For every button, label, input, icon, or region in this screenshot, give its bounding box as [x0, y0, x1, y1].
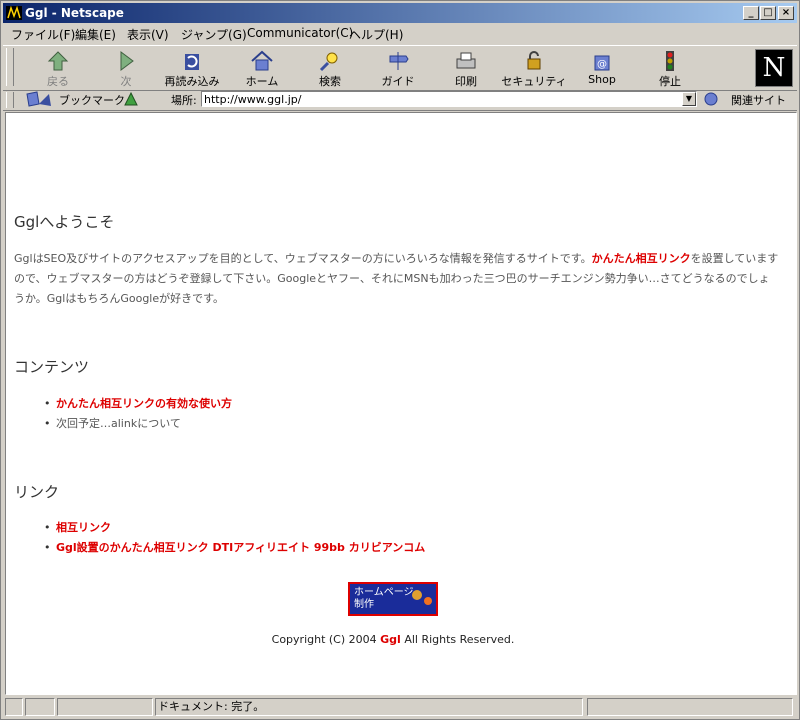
- offline-toggle-icon[interactable]: [5, 698, 23, 716]
- intro-paragraph: GglはSEO及びサイトのアクセスアップを目的として、ウェブマスターの方にいろい…: [14, 249, 780, 309]
- related-sites-label[interactable]: 関連サイト: [731, 92, 786, 108]
- search-label: 検索: [319, 75, 341, 88]
- netscape-app-icon: [6, 6, 22, 20]
- toolbar-grip[interactable]: [6, 48, 14, 86]
- forward-button[interactable]: 次: [93, 48, 159, 88]
- stop-button[interactable]: 停止: [637, 48, 703, 88]
- shop-bag-icon: @: [594, 55, 610, 71]
- guide-button[interactable]: ガイド: [365, 48, 431, 88]
- banner-mascot-icon: [412, 590, 432, 605]
- component-bar[interactable]: [587, 698, 793, 716]
- bookmarks-label[interactable]: ブックマーク: [59, 92, 125, 108]
- back-button[interactable]: 戻る: [25, 48, 91, 88]
- list-item: 相互リンク: [44, 518, 425, 538]
- menu-bar: ファイル(F) 編集(E) 表示(V) ジャンプ(G) Communicator…: [3, 23, 797, 43]
- home-button[interactable]: ホーム: [229, 48, 295, 88]
- related-sites-icon[interactable]: [703, 91, 721, 107]
- minimize-button[interactable]: _: [743, 6, 759, 20]
- menu-communicator[interactable]: Communicator(C): [247, 26, 353, 40]
- forward-arrow-icon: [120, 51, 134, 71]
- security-button[interactable]: セキュリティ: [501, 48, 567, 88]
- link-mutual[interactable]: 相互リンク: [56, 521, 111, 534]
- page-viewport[interactable]: Gglへようこそ GglはSEO及びサイトのアクセスアップを目的として、ウェブマ…: [5, 112, 797, 695]
- menu-go[interactable]: ジャンプ(G): [181, 26, 247, 43]
- home-icon: [251, 50, 273, 71]
- netscape-logo[interactable]: N: [755, 49, 793, 87]
- stop-traffic-light-icon: [666, 51, 674, 71]
- window-title: Ggl - Netscape: [25, 6, 124, 20]
- contents-heading: コンテンツ: [14, 358, 90, 376]
- progress-meter: [57, 698, 153, 716]
- home-label: ホーム: [245, 75, 279, 88]
- banner-text-line1: ホームページ: [354, 587, 414, 598]
- location-field[interactable]: ▼: [201, 91, 697, 107]
- list-item: 次回予定…alinkについて: [44, 414, 232, 434]
- print-icon: [456, 52, 476, 69]
- menu-edit[interactable]: 編集(E): [75, 26, 116, 43]
- status-bar: ドキュメント: 完了。: [3, 697, 797, 717]
- reload-label: 再読み込み: [164, 75, 220, 88]
- stop-label: 停止: [659, 75, 681, 88]
- list-item: Ggl設置のかんたん相互リンク DTIアフィリエイト 99bb カリビアンコム: [44, 538, 425, 558]
- navigation-toolbar: 戻る 次 再読み込み ホーム 検索 ガイド 印刷 セキュリティ @ Shop 停…: [3, 45, 797, 91]
- title-bar[interactable]: Ggl - Netscape _ □ ×: [3, 3, 797, 23]
- search-button[interactable]: 検索: [297, 48, 363, 88]
- back-arrow-icon: [47, 51, 69, 71]
- shop-button[interactable]: @ Shop: [569, 48, 635, 88]
- copyright-brand-link[interactable]: Ggl: [380, 633, 401, 646]
- link-ggl-sponsors[interactable]: Ggl設置のかんたん相互リンク DTIアフィリエイト 99bb カリビアンコム: [56, 541, 425, 554]
- menu-file[interactable]: ファイル(F): [11, 26, 75, 43]
- copyright-text: Copyright (C) 2004: [271, 633, 377, 646]
- print-label: 印刷: [455, 75, 477, 88]
- guide-icon: [389, 52, 409, 70]
- security-lock-icon: [527, 51, 541, 70]
- page-proxy-icon[interactable]: [123, 91, 139, 107]
- reload-button[interactable]: 再読み込み: [159, 48, 225, 88]
- print-button[interactable]: 印刷: [433, 48, 499, 88]
- security-label: セキュリティ: [501, 75, 567, 88]
- links-heading: リンク: [14, 483, 60, 501]
- guide-label: ガイド: [381, 75, 415, 88]
- contents-list: かんたん相互リンクの有効な使い方 次回予定…alinkについて: [44, 394, 232, 434]
- links-list: 相互リンク Ggl設置のかんたん相互リンク DTIアフィリエイト 99bb カリ…: [44, 518, 425, 558]
- back-label: 戻る: [47, 75, 69, 88]
- location-label: 場所:: [171, 94, 197, 107]
- copyright: Copyright (C) 2004 Ggl All Rights Reserv…: [6, 633, 780, 646]
- location-grip[interactable]: [6, 92, 14, 108]
- menu-help[interactable]: ヘルプ(H): [349, 26, 403, 43]
- banner-text-line2: 制作: [354, 599, 374, 610]
- bookmarks-icon[interactable]: [25, 90, 53, 108]
- location-toolbar: ブックマーク 場所: ▼ 関連サイト: [3, 90, 797, 111]
- contents-link-usage[interactable]: かんたん相互リンクの有効な使い方: [56, 397, 232, 410]
- menu-view[interactable]: 表示(V): [127, 26, 169, 43]
- forward-label: 次: [120, 75, 132, 88]
- url-dropdown-button[interactable]: ▼: [682, 92, 696, 106]
- connection-plug-icon: [25, 698, 55, 716]
- close-button[interactable]: ×: [778, 6, 794, 20]
- reload-icon: [185, 54, 199, 70]
- maximize-button[interactable]: □: [760, 6, 776, 20]
- browser-window: Ggl - Netscape _ □ × ファイル(F) 編集(E) 表示(V)…: [0, 0, 800, 720]
- contents-next-plan: 次回予定…alinkについて: [56, 417, 181, 430]
- search-icon: [319, 52, 338, 72]
- svg-text:@: @: [597, 59, 607, 70]
- intro-text-before: GglはSEO及びサイトのアクセスアップを目的として、ウェブマスターの方にいろい…: [14, 252, 592, 265]
- homepage-production-banner[interactable]: ホームページ 制作: [348, 582, 438, 616]
- copyright-rights: All Rights Reserved.: [404, 633, 515, 646]
- easy-mutual-link-inline[interactable]: かんたん相互リンク: [592, 252, 691, 265]
- shop-label: Shop: [588, 73, 616, 86]
- url-input[interactable]: [202, 93, 676, 106]
- status-text: ドキュメント: 完了。: [155, 698, 583, 716]
- welcome-heading: Gglへようこそ: [14, 213, 115, 231]
- list-item: かんたん相互リンクの有効な使い方: [44, 394, 232, 414]
